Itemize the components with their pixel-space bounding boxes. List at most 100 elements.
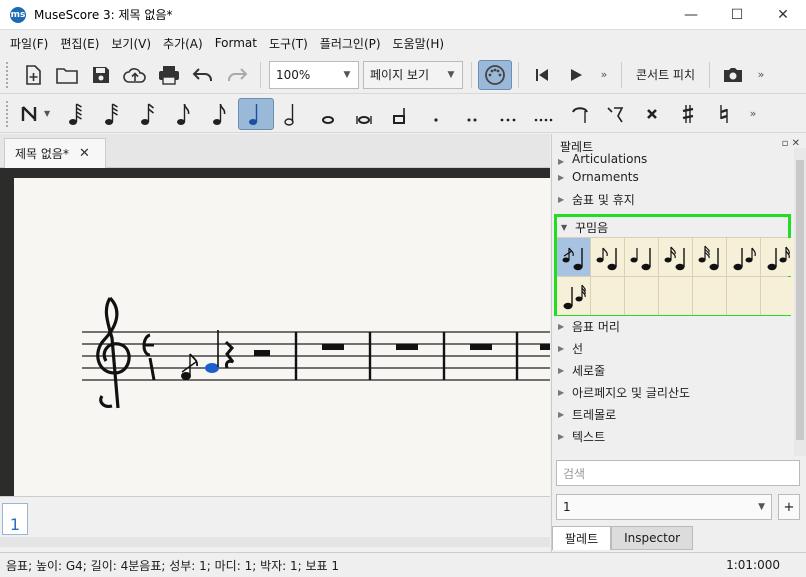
- palette-scrollbar[interactable]: [794, 148, 806, 456]
- navigator-page[interactable]: 1: [2, 503, 28, 535]
- palette-item-ornaments[interactable]: ▶ Ornaments: [552, 166, 792, 188]
- duration-whole-button[interactable]: [310, 98, 346, 130]
- close-window-button[interactable]: ✕: [760, 0, 806, 30]
- duration-eighth-alt-button[interactable]: [202, 98, 238, 130]
- toolbar-overflow-icon[interactable]: »: [750, 68, 772, 81]
- menu-edit[interactable]: 편집(E): [54, 35, 105, 52]
- new-score-button[interactable]: [16, 60, 50, 90]
- midi-input-button[interactable]: [478, 59, 512, 90]
- play-icon: [571, 68, 582, 81]
- chevron-right-icon: ▶: [558, 157, 565, 166]
- palette-item-breath[interactable]: ▶ 숨표 및 휴지: [552, 188, 792, 210]
- maximize-button[interactable]: ☐: [714, 0, 760, 30]
- menu-plugins[interactable]: 플러그인(P): [314, 35, 387, 52]
- close-icon[interactable]: ✕: [79, 146, 90, 161]
- duration-longa-button[interactable]: [382, 98, 418, 130]
- grace-16th-cell[interactable]: [659, 238, 692, 276]
- duration-32nd-button[interactable]: [94, 98, 130, 130]
- view-mode-value: 페이지 보기: [370, 68, 430, 82]
- palette-item-lines[interactable]: ▶ 선: [552, 337, 792, 359]
- toolbar-grip[interactable]: [6, 61, 10, 88]
- undo-button[interactable]: [186, 60, 220, 90]
- redo-button[interactable]: [220, 60, 254, 90]
- menu-file[interactable]: 파일(F): [4, 35, 54, 52]
- workspace-value: 1: [563, 500, 571, 514]
- toolbar-separator: [471, 61, 472, 88]
- open-button[interactable]: [50, 60, 84, 90]
- natural-button[interactable]: [706, 98, 742, 130]
- image-capture-button[interactable]: [716, 60, 750, 90]
- minimize-button[interactable]: —: [668, 0, 714, 30]
- palette-item-grace-notes[interactable]: ▼ 꾸밈음: [557, 217, 788, 237]
- double-sharp-button[interactable]: [634, 98, 670, 130]
- tab-palette[interactable]: 팔레트: [552, 526, 612, 550]
- duration-quarter-button[interactable]: [238, 97, 274, 130]
- score-canvas[interactable]: [0, 168, 550, 496]
- zoom-combo[interactable]: 100% ▼: [269, 60, 359, 89]
- print-button[interactable]: [152, 60, 186, 90]
- workspace-select[interactable]: 1 ▼: [556, 494, 772, 520]
- upload-button[interactable]: [118, 60, 152, 90]
- palette-empty-cell: [727, 277, 760, 315]
- grace-32nd-cell[interactable]: [693, 238, 726, 276]
- add-workspace-button[interactable]: +: [778, 494, 800, 520]
- toolbar-grip[interactable]: [6, 100, 10, 127]
- tie-button[interactable]: [562, 98, 598, 130]
- scrollbar-thumb[interactable]: [796, 160, 804, 440]
- toolbar-overflow-icon[interactable]: »: [742, 107, 764, 120]
- rewind-button[interactable]: [525, 60, 559, 90]
- acciaccatura-cell[interactable]: [557, 238, 590, 276]
- navigator[interactable]: 1: [0, 496, 550, 552]
- save-button[interactable]: [84, 60, 118, 90]
- grace-after-cell[interactable]: [727, 238, 760, 276]
- menu-format[interactable]: Format: [209, 36, 263, 50]
- score-staff[interactable]: [14, 178, 550, 496]
- tab-inspector[interactable]: Inspector: [611, 526, 694, 550]
- chevron-down-icon: ▼: [561, 222, 568, 232]
- menu-view[interactable]: 보기(V): [105, 35, 157, 52]
- duration-64th-button[interactable]: [58, 98, 94, 130]
- appoggiatura-cell[interactable]: [591, 238, 624, 276]
- whole-rest: [396, 344, 418, 350]
- grace-after-32nd-cell[interactable]: [557, 277, 590, 315]
- score-page[interactable]: [14, 178, 550, 496]
- palette-item-tremolos[interactable]: ▶ 트레몰로: [552, 403, 792, 425]
- palette-item-noteheads[interactable]: ▶ 음표 머리: [552, 315, 792, 337]
- chevron-down-icon[interactable]: ▼: [44, 109, 58, 118]
- status-text: 음표; 높이: G4; 길이: 4분음표; 성부: 1; 마디: 1; 박자: …: [6, 558, 340, 573]
- half-note-icon: [284, 103, 294, 126]
- rest-button[interactable]: [598, 98, 634, 130]
- augmentation-dot-button[interactable]: [418, 98, 454, 130]
- palette-item-arpeggios[interactable]: ▶ 아르페지오 및 글리산도: [552, 381, 792, 403]
- cloud-upload-icon: [123, 67, 146, 83]
- quadruple-dot-button[interactable]: [526, 98, 562, 130]
- menu-tools[interactable]: 도구(T): [263, 35, 314, 52]
- score-tab[interactable]: 제목 없음* ✕: [4, 138, 106, 168]
- play-button[interactable]: [559, 60, 593, 90]
- sixteenth-note-icon: [141, 102, 154, 125]
- grace-after-thirtysecond-icon: [563, 284, 586, 310]
- palette-item-articulations[interactable]: ▶ Articulations: [552, 152, 792, 166]
- duration-half-button[interactable]: [274, 98, 310, 130]
- duration-breve-button[interactable]: [346, 98, 382, 130]
- grace-quarter-cell[interactable]: [625, 238, 658, 276]
- rest-icon: [607, 106, 624, 122]
- palette-item-barlines[interactable]: ▶ 세로줄: [552, 359, 792, 381]
- note-input-toolbar: ▼ »: [0, 95, 806, 133]
- note-input-mode-button[interactable]: [16, 98, 44, 130]
- menu-help[interactable]: 도움말(H): [387, 35, 451, 52]
- concert-pitch-button[interactable]: 콘서트 피치: [628, 66, 703, 83]
- navigator-scrollbar[interactable]: [0, 537, 550, 547]
- double-dot-button[interactable]: [454, 98, 490, 130]
- duration-16th-button[interactable]: [130, 98, 166, 130]
- triple-dot-button[interactable]: [490, 98, 526, 130]
- menu-add[interactable]: 추가(A): [157, 35, 209, 52]
- grace-after-16th-cell[interactable]: [761, 238, 794, 276]
- toolbar-overflow-icon[interactable]: »: [593, 68, 615, 81]
- duration-8th-button[interactable]: [166, 98, 202, 130]
- palette-search-input[interactable]: 검색: [556, 460, 800, 486]
- sharp-button[interactable]: [670, 98, 706, 130]
- tie-icon: [572, 106, 588, 123]
- palette-item-text[interactable]: ▶ 텍스트: [552, 425, 792, 447]
- view-mode-combo[interactable]: 페이지 보기 ▼: [363, 60, 463, 89]
